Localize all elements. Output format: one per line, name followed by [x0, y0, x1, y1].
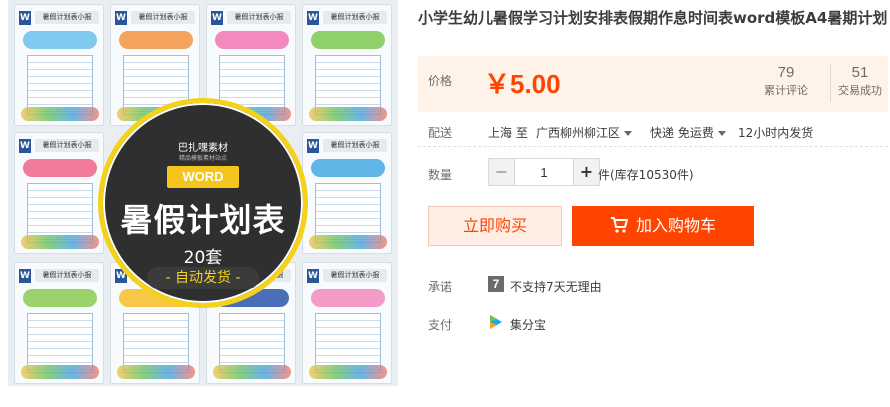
- word-icon: W: [307, 269, 319, 283]
- promo-badge: 巴扎嘿素材 精品模板素材站点 WORD 暑假计划表 20套 - 自动发货 -: [98, 98, 308, 308]
- chevron-down-icon: [717, 131, 726, 136]
- promo-shipping: - 自动发货 -: [147, 267, 259, 289]
- word-icon: W: [211, 11, 223, 25]
- sales-stat: 51 交易成功: [838, 64, 882, 100]
- thumbnail-banner: [311, 31, 385, 49]
- decrease-button[interactable]: −: [489, 159, 515, 185]
- thumbnail-illustration: [309, 235, 387, 249]
- thumbnail-title: 暑假计划表小报: [227, 11, 291, 24]
- delivery-method-text: 快递 免运费: [650, 126, 714, 140]
- thumbnail-illustration: [309, 365, 387, 379]
- word-icon: W: [307, 11, 319, 25]
- product-detail: 小学生幼儿暑假学习计划安排表假期作息时间表word模板A4暑期计划 价格 ￥5.…: [418, 0, 888, 332]
- thumbnail-title: 暑假计划表小报: [35, 269, 99, 282]
- thumbnail-table: [219, 313, 285, 373]
- promo-headline: 暑假计划表: [120, 201, 286, 239]
- thumbnail-title: 暑假计划表小报: [35, 11, 99, 24]
- stat-divider: [830, 64, 831, 102]
- price-panel: 价格 ￥5.00 79 累计评论 51 交易成功: [418, 56, 888, 112]
- seven-day-icon: 7: [488, 276, 504, 292]
- chevron-down-icon: [624, 131, 633, 136]
- payment-label: 支付: [428, 318, 453, 332]
- template-thumbnail: W 暑假计划表小报: [302, 4, 392, 126]
- price-label: 价格: [428, 74, 453, 88]
- word-icon: W: [19, 139, 31, 153]
- promo-count: 20套: [183, 248, 223, 268]
- destination-text: 广西柳州柳江区: [536, 126, 621, 140]
- thumbnail-table: [27, 55, 93, 115]
- brand-name: 巴扎嘿素材: [178, 143, 228, 154]
- review-stat[interactable]: 79 累计评论: [764, 64, 808, 100]
- thumbnail-banner: [311, 289, 385, 307]
- word-tag: WORD: [167, 166, 239, 188]
- template-thumbnail: W 暑假计划表小报: [302, 132, 392, 254]
- section-divider: [418, 146, 888, 147]
- thumbnail-title: 暑假计划表小报: [323, 269, 387, 282]
- quantity-label: 数量: [428, 168, 453, 182]
- word-icon: W: [19, 269, 31, 283]
- thumbnail-banner: [119, 31, 193, 49]
- add-to-cart-button[interactable]: 加入购物车: [572, 206, 754, 246]
- add-to-cart-label: 加入购物车: [635, 216, 716, 235]
- thumbnail-title: 暑假计划表小报: [323, 11, 387, 24]
- template-thumbnail: W 暑假计划表小报: [14, 132, 104, 254]
- review-count: 79: [777, 64, 795, 81]
- thumbnail-table: [315, 313, 381, 373]
- thumbnail-banner: [23, 159, 97, 177]
- word-icon: W: [307, 139, 319, 153]
- thumbnail-banner: [311, 159, 385, 177]
- template-thumbnail: W 暑假计划表小报: [302, 262, 392, 384]
- thumbnail-table: [27, 313, 93, 373]
- promise-text: 不支持7天无理由: [510, 280, 602, 294]
- payment-method: 集分宝: [510, 318, 547, 332]
- thumbnail-illustration: [21, 107, 99, 121]
- shipping-from: 上海 至: [488, 126, 528, 140]
- template-thumbnail: W 暑假计划表小报: [14, 4, 104, 126]
- increase-button[interactable]: +: [573, 159, 599, 185]
- shipping-row: 配送 上海 至 广西柳州柳江区 快递 免运费 12小时内发货: [418, 122, 888, 142]
- buy-now-button[interactable]: 立即购买: [428, 206, 562, 246]
- product-image: W 暑假计划表小报 W 暑假计划表小报 W 暑假计划表小报 W 暑假计划表小报 W 暑假计…: [8, 0, 398, 386]
- quantity-input[interactable]: [515, 159, 573, 185]
- price-value: ￥5.00: [484, 69, 561, 99]
- thumbnail-illustration: [309, 107, 387, 121]
- product-title: 小学生幼儿暑假学习计划安排表假期作息时间表word模板A4暑期计划: [418, 9, 888, 27]
- dispatch-time: 12小时内发货: [738, 126, 814, 140]
- thumbnail-table: [123, 313, 189, 373]
- thumbnail-banner: [23, 289, 97, 307]
- word-icon: W: [115, 11, 127, 25]
- thumbnail-title: 暑假计划表小报: [323, 139, 387, 152]
- thumbnail-illustration: [21, 235, 99, 249]
- destination-select[interactable]: 广西柳州柳江区: [536, 124, 633, 141]
- brand-subtitle: 精品模板素材站点: [178, 155, 227, 162]
- shipping-label: 配送: [428, 126, 453, 140]
- word-icon: W: [19, 11, 31, 25]
- buy-now-label: 立即购买: [462, 216, 527, 235]
- delivery-method-select[interactable]: 快递 免运费: [650, 124, 726, 141]
- thumbnail-banner: [23, 31, 97, 49]
- sales-label: 交易成功: [838, 84, 882, 97]
- thumbnail-illustration: [117, 365, 195, 379]
- stock-text: 件(库存10530件): [598, 168, 694, 182]
- thumbnail-banner: [215, 31, 289, 49]
- thumbnail-table: [315, 55, 381, 115]
- cart-icon: [610, 217, 628, 233]
- thumbnail-table: [315, 183, 381, 243]
- promise-label: 承诺: [428, 280, 453, 294]
- sales-count: 51: [851, 64, 869, 81]
- thumbnail-illustration: [21, 365, 99, 379]
- template-thumbnail: W 暑假计划表小报: [14, 262, 104, 384]
- quantity-stepper: − +: [488, 158, 600, 186]
- thumbnail-title: 暑假计划表小报: [131, 11, 195, 24]
- thumbnail-illustration: [213, 365, 291, 379]
- jifenbao-icon: [490, 315, 502, 329]
- thumbnail-title: 暑假计划表小报: [35, 139, 99, 152]
- thumbnail-table: [27, 183, 93, 243]
- review-label: 累计评论: [764, 84, 808, 97]
